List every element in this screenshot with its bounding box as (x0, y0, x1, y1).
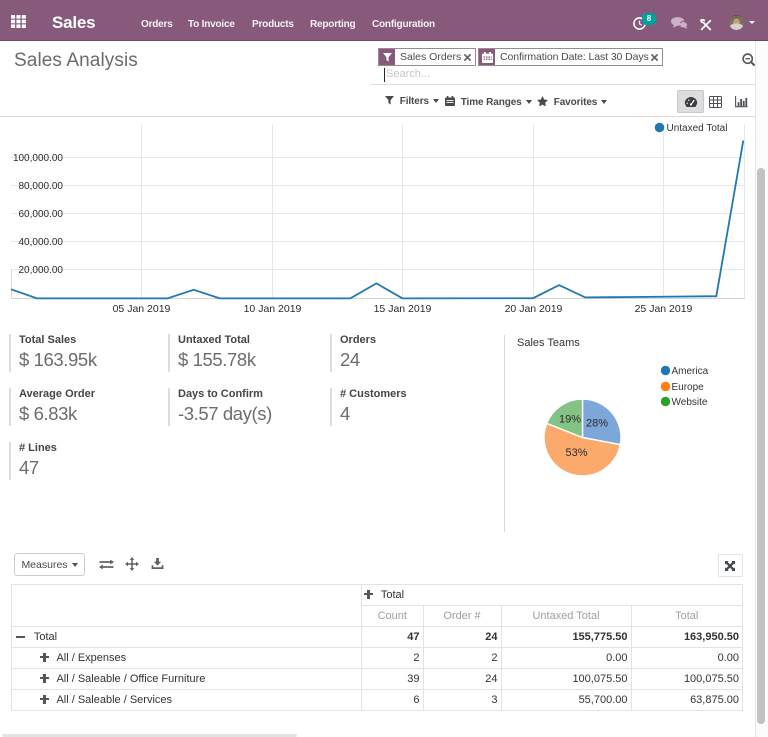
svg-text:Untaxed Total: Untaxed Total (667, 123, 728, 134)
svg-text:53%: 53% (565, 447, 587, 459)
svg-text:28%: 28% (586, 418, 608, 430)
svg-text:20 Jan 2019: 20 Jan 2019 (505, 303, 563, 315)
svg-text:America: America (672, 366, 709, 377)
svg-text:05 Jan 2019: 05 Jan 2019 (113, 303, 171, 315)
svg-text:80,000.00: 80,000.00 (19, 181, 64, 192)
svg-text:40,000.00: 40,000.00 (19, 237, 64, 248)
svg-text:15 Jan 2019: 15 Jan 2019 (374, 303, 432, 315)
svg-text:19%: 19% (559, 414, 581, 426)
svg-text:Website: Website (672, 397, 708, 408)
svg-text:60,000.00: 60,000.00 (19, 209, 64, 220)
svg-text:Europe: Europe (672, 382, 705, 393)
svg-text:25 Jan 2019: 25 Jan 2019 (635, 303, 693, 315)
svg-text:100,000.00: 100,000.00 (13, 153, 63, 164)
svg-text:20,000.00: 20,000.00 (19, 265, 64, 276)
svg-text:10 Jan 2019: 10 Jan 2019 (244, 303, 302, 315)
